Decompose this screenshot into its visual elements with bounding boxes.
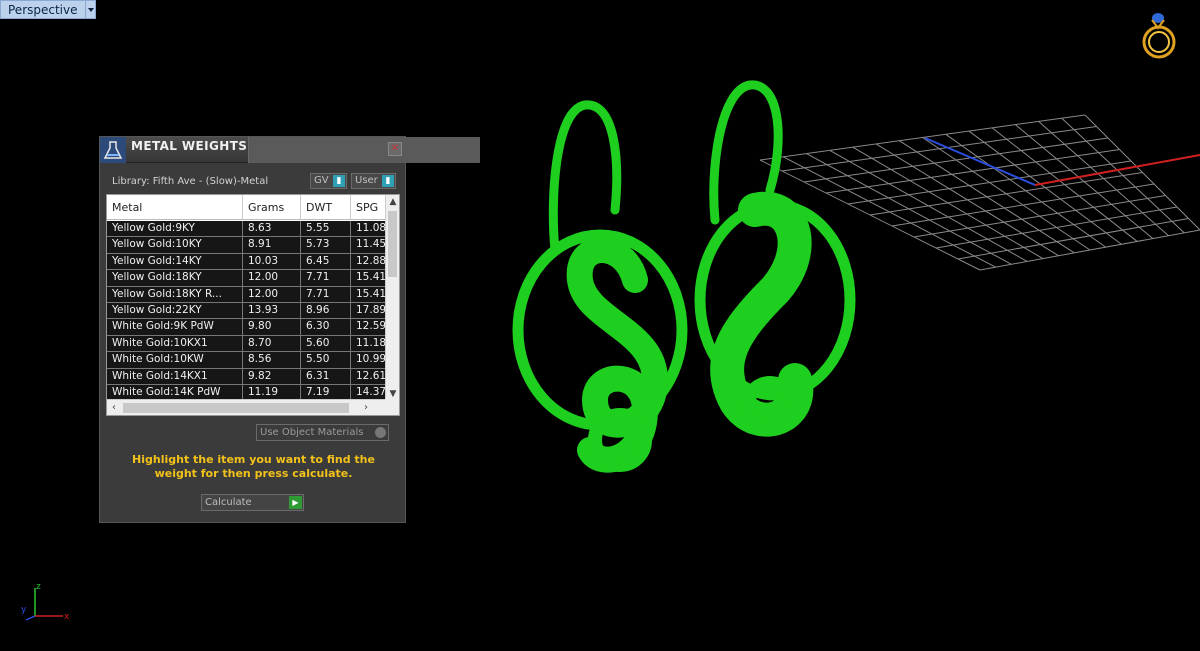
user-label: User [355,175,378,186]
table-row[interactable]: Yellow Gold:14KY 10.03 6.45 12.88 [107,253,391,271]
dwt-cell: 6.45 [301,253,351,270]
calculate-label: Calculate [205,497,252,508]
close-icon[interactable]: ✕ [388,142,402,156]
dwt-cell: 7.71 [301,270,351,287]
grams-cell: 8.91 [243,237,301,254]
table-row[interactable]: Yellow Gold:22KY 13.93 8.96 17.89 [107,302,391,320]
hscroll-thumb[interactable] [123,403,349,413]
axis-x-label: x [64,612,70,622]
scroll-up-icon[interactable]: ▲ [386,195,399,209]
library-row: Library: Fifth Ave - (Slow)-Metal GV ▮ U… [110,173,396,191]
table-row[interactable]: Yellow Gold:18KY 12.00 7.71 15.41 [107,270,391,287]
panel-title: METAL WEIGHTS [131,139,248,153]
flask-icon [100,137,126,163]
grams-cell: 10.03 [243,253,301,270]
grams-cell: 13.93 [243,302,301,319]
table-row[interactable]: White Gold:10KW 8.56 5.50 10.99 [107,352,391,369]
use-object-materials-toggle[interactable]: Use Object Materials [256,424,389,441]
table-row[interactable]: White Gold:9K PdW 9.80 6.30 12.59 [107,319,391,336]
scroll-left-icon[interactable]: ‹ [107,400,121,415]
scroll-right-icon[interactable]: › [359,400,373,415]
metal-cell: Yellow Gold:10KY [107,237,243,254]
dwt-cell: 6.30 [301,319,351,336]
table-row[interactable]: White Gold:10KX1 8.70 5.60 11.18 [107,335,391,353]
scroll-corner [385,399,399,415]
metal-cell: White Gold:10KW [107,352,243,369]
table-row[interactable]: White Gold:14KX1 9.82 6.31 12.61 [107,368,391,385]
metal-cell: Yellow Gold:18KY [107,270,243,287]
play-icon[interactable]: ▶ [289,496,302,509]
metal-cell: Yellow Gold:18KY R... [107,286,243,303]
panel-header[interactable]: METAL WEIGHTS ✕ [100,137,480,163]
grams-cell: 9.80 [243,319,301,336]
column-header-metal[interactable]: Metal [107,195,243,220]
dwt-cell: 5.50 [301,352,351,369]
axis-z-label: z [36,582,41,592]
grams-cell: 8.56 [243,352,301,369]
grams-cell: 8.70 [243,335,301,352]
metal-cell: White Gold:14KX1 [107,368,243,385]
dwt-cell: 8.96 [301,302,351,319]
calculate-button[interactable]: Calculate ▶ [201,494,304,511]
use-object-materials-label: Use Object Materials [260,427,364,438]
user-button[interactable]: User ▮ [351,173,396,189]
gv-dropdown-icon[interactable]: ▮ [333,175,345,187]
axis-y-label: y [21,605,27,615]
dwt-cell: 5.60 [301,335,351,352]
table-row[interactable]: Yellow Gold:18KY R... 12.00 7.71 15.41 [107,286,391,303]
metal-weights-panel: METAL WEIGHTS ✕ Library: Fifth Ave - (Sl… [99,136,480,523]
viewport-label[interactable]: Perspective [0,0,96,19]
grams-cell: 8.63 [243,221,301,237]
column-header-grams[interactable]: Grams [243,195,301,220]
metal-cell: Yellow Gold:9KY [107,221,243,237]
metal-cell: White Gold:10KX1 [107,335,243,352]
hint-text: Highlight the item you want to find the … [132,453,375,480]
dwt-cell: 5.55 [301,221,351,237]
dwt-cell: 5.73 [301,237,351,254]
gv-label: GV [314,175,329,186]
metal-cell: White Gold:9K PdW [107,319,243,336]
viewport-name[interactable]: Perspective [0,0,86,19]
metal-cell: Yellow Gold:22KY [107,302,243,319]
grams-cell: 12.00 [243,270,301,287]
axis-gizmo: z x y [21,582,70,622]
dwt-cell: 6.31 [301,368,351,385]
earring-models[interactable] [505,80,865,480]
toggle-icon[interactable] [375,427,386,438]
scroll-thumb[interactable] [388,211,397,277]
table-body: Yellow Gold:9KY 8.63 5.55 11.08 Yellow Gold:… [107,221,391,402]
table-row[interactable]: Yellow Gold:10KY 8.91 5.73 11.45 [107,237,391,254]
gv-button[interactable]: GV ▮ [310,173,347,189]
column-header-dwt[interactable]: DWT [301,195,351,220]
panel-tab [248,137,480,163]
user-dropdown-icon[interactable]: ▮ [382,175,394,187]
library-label: Library: Fifth Ave - (Slow)-Metal [112,176,269,187]
table-header: Metal Grams DWT SPG [107,195,391,220]
grams-cell: 9.82 [243,368,301,385]
horizontal-scrollbar[interactable]: ‹ › [107,399,387,415]
table-row[interactable]: Yellow Gold:9KY 8.63 5.55 11.08 [107,221,391,238]
dwt-cell: 7.71 [301,286,351,303]
metal-table[interactable]: Metal Grams DWT SPG Yellow Gold:9KY 8.63 5… [106,194,400,416]
metal-cell: Yellow Gold:14KY [107,253,243,270]
grams-cell: 12.00 [243,286,301,303]
ring-logo-icon[interactable] [1136,8,1182,64]
viewport-dropdown-icon[interactable] [85,0,96,19]
vertical-scrollbar[interactable]: ▲ ▼ [385,195,399,401]
